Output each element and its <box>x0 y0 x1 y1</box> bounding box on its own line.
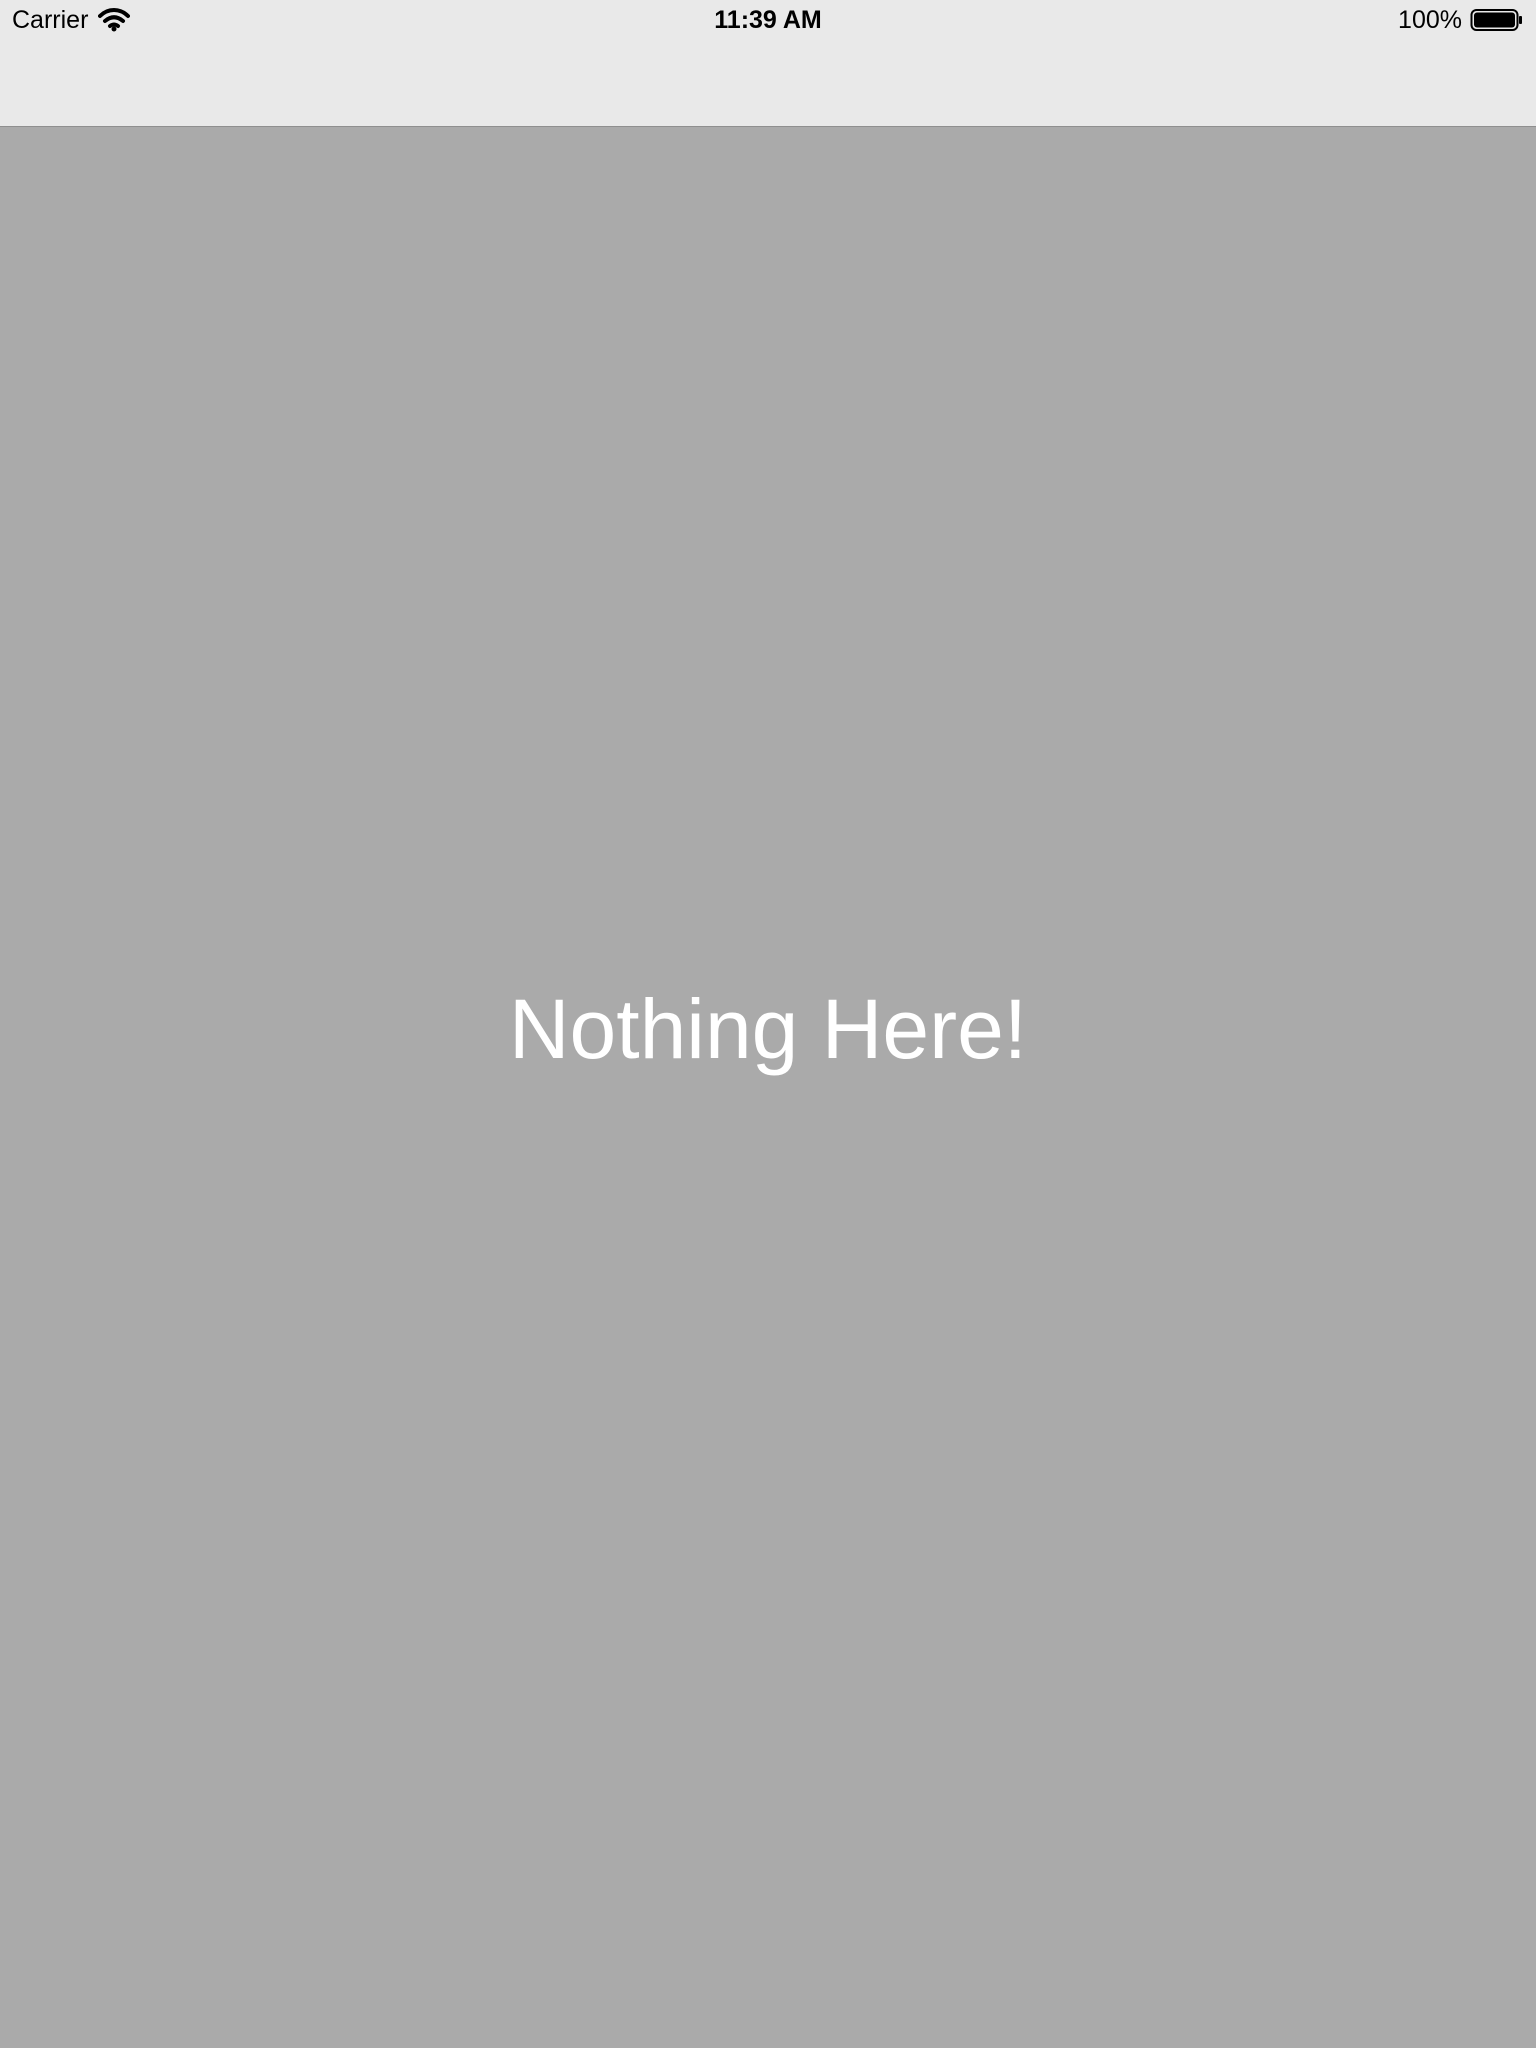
status-time: 11:39 AM <box>714 6 822 34</box>
top-bar: Carrier 11:39 AM 100% <box>0 0 1536 127</box>
content-area: Nothing Here! <box>0 128 1536 2048</box>
battery-group: 100% <box>1398 4 1524 36</box>
app-screen: Carrier 11:39 AM 100% Nothing Here! <box>0 0 1536 2048</box>
empty-state-message: Nothing Here! <box>508 982 1028 1076</box>
status-bar: Carrier 11:39 AM 100% <box>0 0 1536 40</box>
battery-percentage: 100% <box>1398 6 1462 34</box>
battery-icon <box>1470 9 1522 31</box>
